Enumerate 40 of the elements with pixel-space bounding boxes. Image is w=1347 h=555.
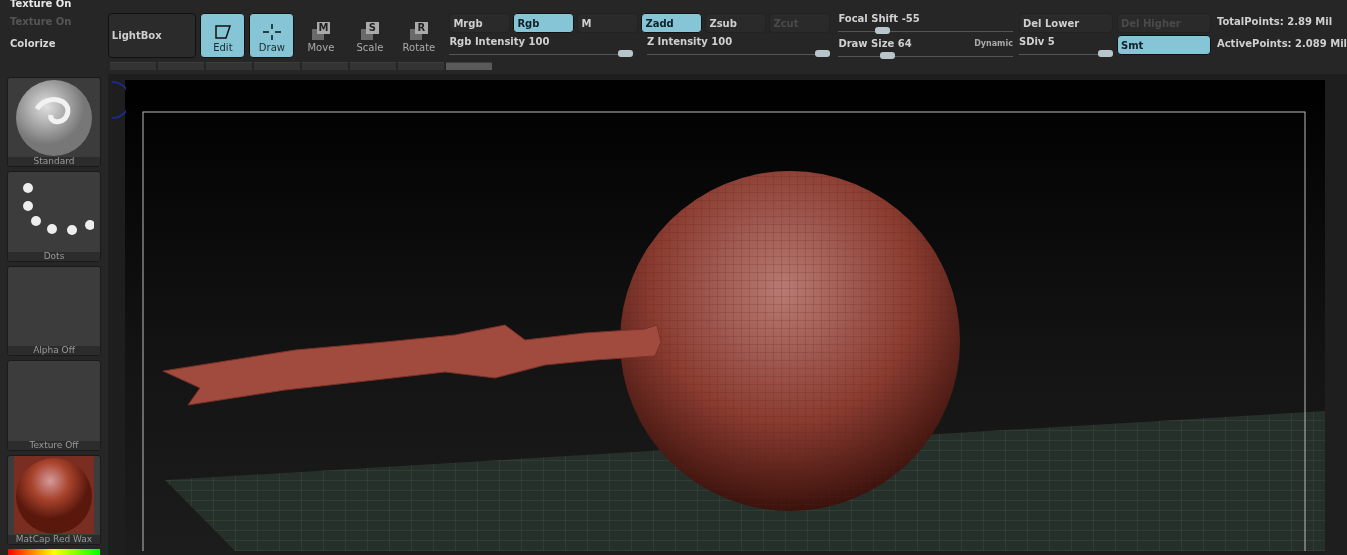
smooth-button[interactable]: Smt xyxy=(1116,35,1211,55)
geometry-button[interactable]: Del Lower xyxy=(1018,13,1113,33)
tool-button[interactable]: S Scale xyxy=(347,13,393,58)
shelf-tile[interactable]: Dots xyxy=(7,171,101,262)
shelf-tile[interactable]: Alpha Off xyxy=(7,265,101,357)
edit-icon xyxy=(212,24,233,40)
slider-thumb[interactable] xyxy=(1097,50,1113,57)
slider-label: Z Intensity 100 xyxy=(646,36,733,47)
shelf-tile[interactable]: Standard xyxy=(7,77,101,168)
slider-thumb[interactable] xyxy=(879,52,895,59)
color-picker-strip[interactable] xyxy=(8,549,100,555)
shelf-tile[interactable]: MatCap Red Wax xyxy=(7,454,101,546)
point-count: ActivePoints: 2.089 Mil xyxy=(1216,38,1347,49)
texture-option[interactable]: Colorize xyxy=(10,32,108,54)
crosshair-icon xyxy=(262,24,281,40)
slider-label: Focal Shift -55 xyxy=(838,13,920,24)
mode-button[interactable]: M xyxy=(577,13,639,33)
slider-label: SDiv 5 xyxy=(1018,36,1055,47)
scroll-handle[interactable] xyxy=(446,62,492,70)
mode-button[interactable]: Rgb xyxy=(513,13,575,33)
tool-button[interactable]: Edit xyxy=(200,13,246,58)
tool-button[interactable]: R Rotate xyxy=(396,13,442,58)
material-sphere-icon xyxy=(14,456,94,535)
shelf-tile[interactable]: Texture Off xyxy=(7,360,101,451)
mode-button[interactable]: Mrgb xyxy=(449,13,511,33)
lightbox-button[interactable]: LightBox xyxy=(107,13,197,58)
slider-label: Rgb Intensity 100 xyxy=(449,36,550,47)
tool-button[interactable]: M Move xyxy=(298,13,344,58)
arc-icon xyxy=(110,80,126,120)
mode-button[interactable]: Zsub xyxy=(705,13,767,33)
brush-sphere-icon xyxy=(15,78,93,157)
point-count: TotalPoints: 2.89 Mil xyxy=(1216,16,1334,27)
slider-thumb[interactable] xyxy=(875,27,891,34)
dynamic-label: Dynamic xyxy=(974,39,1013,48)
slider-thumb[interactable] xyxy=(617,50,633,57)
slider-thumb[interactable] xyxy=(815,50,831,57)
tool-button[interactable]: Draw xyxy=(249,13,295,58)
mode-button[interactable]: Zadd xyxy=(641,13,703,33)
slider-label: Draw Size 64 xyxy=(838,38,912,49)
panel-title: Texture On xyxy=(10,0,73,10)
